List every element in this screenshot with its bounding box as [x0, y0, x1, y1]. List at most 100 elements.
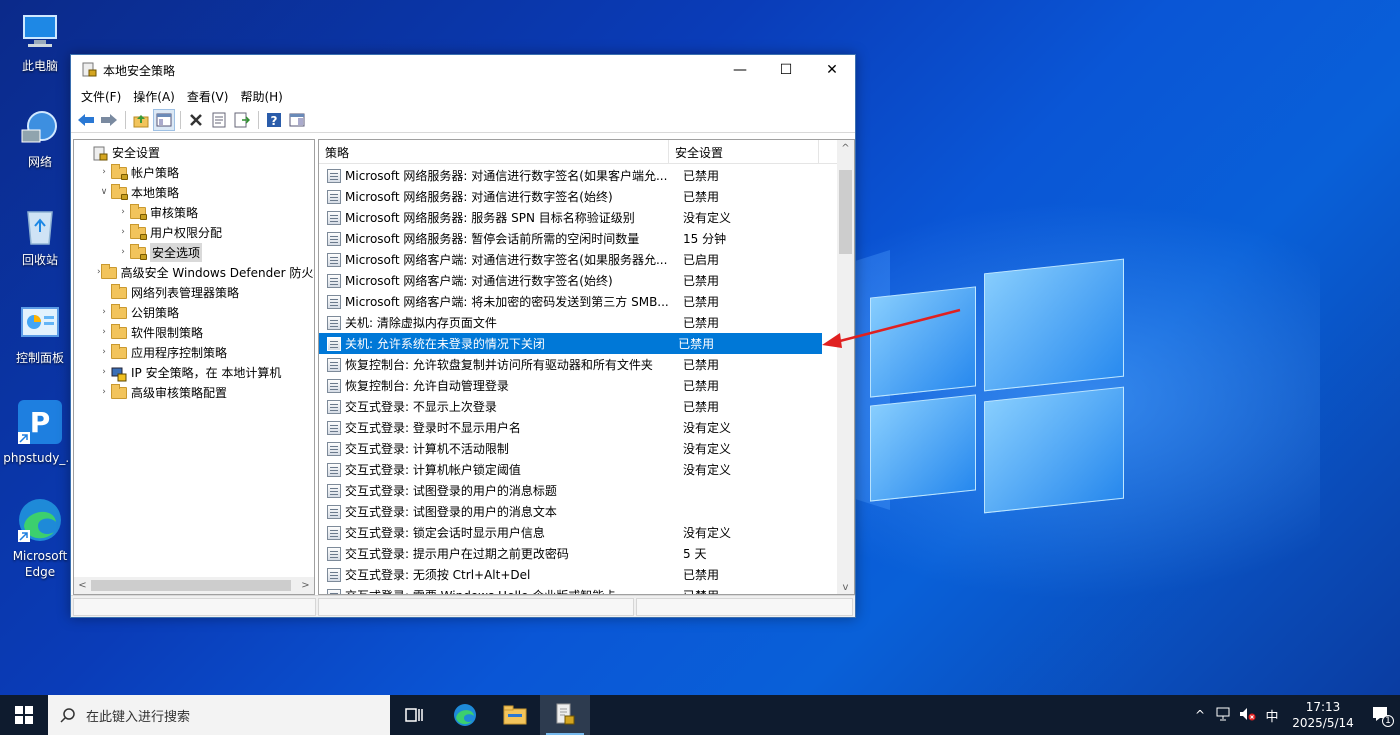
policy-row[interactable]: Microsoft 网络客户端: 对通信进行数字签名(如果服务器允... 已启用 [319, 249, 839, 270]
policy-row[interactable]: 交互式登录: 无须按 Ctrl+Alt+Del 已禁用 [319, 564, 839, 585]
delete-button[interactable] [185, 109, 207, 131]
tree-item[interactable]: › IP 安全策略，在 本地计算机 [74, 362, 314, 382]
toolbar-separator [258, 110, 259, 129]
show-hide-tree-button[interactable] [153, 108, 175, 131]
close-button[interactable]: ✕ [809, 55, 855, 85]
policy-icon [327, 378, 341, 393]
menu-action[interactable]: 操作(A) [127, 88, 181, 105]
list-vertical-scrollbar[interactable]: ^ v [837, 140, 854, 594]
scroll-right-icon[interactable]: > [297, 580, 314, 591]
tree-item[interactable]: › 用户权限分配 [74, 222, 314, 242]
policy-row[interactable]: 恢复控制台: 允许自动管理登录 已禁用 [319, 375, 839, 396]
tree-item[interactable]: ∨ 本地策略 [74, 182, 314, 202]
policy-row[interactable]: 交互式登录: 不显示上次登录 已禁用 [319, 396, 839, 417]
scroll-thumb[interactable] [91, 580, 291, 591]
desktop-icon-edge[interactable]: Microsoft Edge [0, 496, 80, 580]
menu-view[interactable]: 查看(V) [181, 88, 235, 105]
tree-item[interactable]: › 帐户策略 [74, 162, 314, 182]
toolbar-separator [125, 110, 126, 129]
forward-button[interactable] [98, 109, 120, 131]
tree-item[interactable]: › 公钥策略 [74, 302, 314, 322]
chevron-down-icon[interactable]: ∨ [97, 187, 111, 197]
policy-row[interactable]: Microsoft 网络客户端: 将未加密的密码发送到第三方 SMB... 已禁用 [319, 291, 839, 312]
minimize-button[interactable]: — [717, 55, 763, 85]
ime-indicator[interactable]: 中 [1260, 706, 1284, 725]
taskbar-local-security-policy[interactable] [540, 695, 590, 735]
policy-row[interactable]: 交互式登录: 试图登录的用户的消息标题 [319, 480, 839, 501]
scroll-down-icon[interactable]: v [837, 579, 854, 594]
tree-item[interactable]: › 应用程序控制策略 [74, 342, 314, 362]
desktop-icon-this-pc[interactable]: 此电脑 [0, 10, 80, 74]
policy-row[interactable]: 关机: 允许系统在未登录的情况下关闭 已禁用 [319, 333, 822, 354]
chevron-right-icon[interactable]: › [97, 307, 111, 317]
policy-row[interactable]: 交互式登录: 提示用户在过期之前更改密码 5 天 [319, 543, 839, 564]
chevron-right-icon[interactable]: › [97, 367, 111, 377]
chevron-right-icon[interactable]: › [97, 387, 111, 397]
tree-item[interactable]: › 安全选项 [74, 242, 314, 262]
scroll-up-icon[interactable]: ^ [837, 140, 854, 157]
policy-row[interactable]: 交互式登录: 计算机帐户锁定阈值 没有定义 [319, 459, 839, 480]
maximize-button[interactable]: ☐ [763, 55, 809, 85]
policy-row[interactable]: 交互式登录: 登录时不显示用户名 没有定义 [319, 417, 839, 438]
help-button[interactable]: ? [263, 109, 285, 131]
desktop-icon-network[interactable]: 网络 [0, 106, 80, 170]
notification-center-button[interactable]: 1 [1362, 706, 1400, 727]
network-tray-icon[interactable] [1212, 707, 1236, 724]
tree-horizontal-scrollbar[interactable]: < > [74, 577, 314, 594]
console-tree-pane[interactable]: 安全设置 › 帐户策略 ∨ 本地策略 › 审核策略 › 用户权限分配 › 安全选项 › 高级安全 Win… [73, 139, 315, 595]
export-list-button[interactable] [231, 109, 253, 131]
policy-row[interactable]: 交互式登录: 需要 Windows Hello 企业版或智能卡已禁用 [319, 585, 839, 594]
desktop-icon-phpstudy[interactable]: P phpstudy_... [0, 398, 80, 466]
tree-item[interactable]: › 软件限制策略 [74, 322, 314, 342]
taskbar-file-explorer[interactable] [490, 695, 540, 735]
chevron-right-icon[interactable]: › [97, 167, 111, 177]
policy-row[interactable]: Microsoft 网络客户端: 对通信进行数字签名(始终) 已禁用 [319, 270, 839, 291]
tree-item[interactable]: › 高级审核策略配置 [74, 382, 314, 402]
policy-row[interactable]: Microsoft 网络服务器: 对通信进行数字签名(始终) 已禁用 [319, 186, 839, 207]
properties-button[interactable] [208, 109, 230, 131]
tree-item[interactable]: 网络列表管理器策略 [74, 282, 314, 302]
show-action-pane-button[interactable] [286, 109, 308, 131]
up-one-level-button[interactable] [130, 109, 152, 131]
policy-row[interactable]: Microsoft 网络服务器: 服务器 SPN 目标名称验证级别 没有定义 [319, 207, 839, 228]
taskbar-clock[interactable]: 17:13 2025/5/14 [1284, 699, 1362, 731]
sort-ascending-icon: ^ [491, 139, 499, 146]
scroll-left-icon[interactable]: < [74, 580, 91, 591]
tree-item[interactable]: 安全设置 [74, 142, 314, 162]
chevron-right-icon[interactable]: › [97, 327, 111, 337]
taskbar-search-box[interactable]: 在此键入进行搜索 [48, 695, 390, 735]
policy-row[interactable]: 交互式登录: 试图登录的用户的消息文本 [319, 501, 839, 522]
policy-name: 交互式登录: 需要 Windows Hello 企业版或智能卡 [345, 587, 679, 594]
policy-row[interactable]: Microsoft 网络服务器: 暂停会话前所需的空闲时间数量 15 分钟 [319, 228, 839, 249]
menu-help[interactable]: 帮助(H) [234, 88, 288, 105]
chevron-right-icon[interactable]: › [116, 227, 130, 237]
status-segment [73, 598, 316, 616]
start-button[interactable] [0, 695, 48, 735]
policy-row[interactable]: 交互式登录: 锁定会话时显示用户信息 没有定义 [319, 522, 839, 543]
tree-item-label: 软件限制策略 [131, 325, 204, 340]
menu-file[interactable]: 文件(F) [75, 88, 127, 105]
policy-row[interactable]: Microsoft 网络服务器: 对通信进行数字签名(如果客户端允... 已禁用 [319, 165, 839, 186]
column-header-setting[interactable]: 安全设置 [669, 140, 819, 164]
policy-row[interactable]: 关机: 清除虚拟内存页面文件 已禁用 [319, 312, 839, 333]
policy-row[interactable]: 恢复控制台: 允许软盘复制并访问所有驱动器和所有文件夹 已禁用 [319, 354, 839, 375]
policy-name: 交互式登录: 计算机不活动限制 [345, 442, 509, 456]
policy-setting: 已禁用 [683, 295, 720, 309]
policy-row[interactable]: 交互式登录: 计算机不活动限制 没有定义 [319, 438, 839, 459]
back-button[interactable] [75, 109, 97, 131]
policy-list-pane[interactable]: ^ 策略 安全设置 Microsoft 网络服务器: 对通信进行数字签名(如果客… [318, 139, 855, 595]
window-titlebar[interactable]: 本地安全策略 — ☐ ✕ [71, 55, 855, 85]
chevron-right-icon[interactable]: › [97, 347, 111, 357]
tree-item[interactable]: › 高级安全 Windows Defender 防火墙 [74, 262, 314, 282]
chevron-right-icon[interactable]: › [116, 247, 130, 257]
chevron-right-icon[interactable]: › [116, 207, 130, 217]
volume-muted-icon[interactable] [1236, 707, 1260, 724]
taskbar-edge[interactable] [440, 695, 490, 735]
task-view-button[interactable] [390, 695, 440, 735]
tree-item[interactable]: › 审核策略 [74, 202, 314, 222]
file-explorer-icon [503, 705, 527, 725]
desktop-icon-control-panel[interactable]: 控制面板 [0, 302, 80, 366]
desktop-icon-recycle-bin[interactable]: 回收站 [0, 204, 80, 268]
show-hidden-icons-chevron-up-icon[interactable]: ^ [1188, 708, 1212, 722]
scroll-thumb[interactable] [839, 170, 852, 254]
